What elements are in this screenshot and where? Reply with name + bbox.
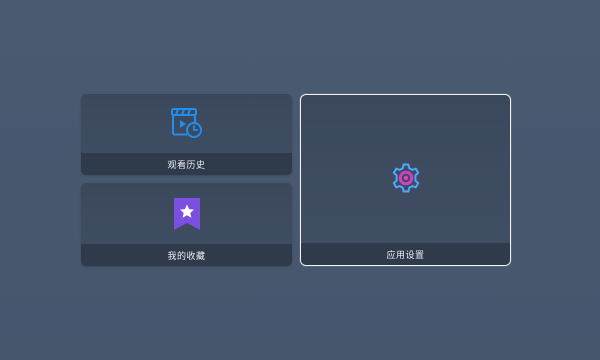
- home-screen: 观看历史 我的收藏 应用设置: [0, 0, 600, 360]
- app-settings-label: 应用设置: [386, 250, 425, 261]
- app-settings-tile[interactable]: 应用设置: [300, 94, 511, 266]
- tile-label-bar: 观看历史: [81, 153, 292, 175]
- watch-history-tile[interactable]: 观看历史: [81, 94, 292, 175]
- history-clapper-clock-icon: [170, 105, 204, 139]
- gear-icon: [389, 161, 423, 195]
- watch-history-label: 观看历史: [167, 160, 206, 171]
- my-favorites-tile[interactable]: 我的收藏: [81, 183, 292, 266]
- tile-label-bar: 应用设置: [301, 243, 510, 265]
- tile-label-bar: 我的收藏: [81, 244, 292, 266]
- bookmark-star-icon: [170, 196, 204, 232]
- my-favorites-label: 我的收藏: [167, 251, 206, 262]
